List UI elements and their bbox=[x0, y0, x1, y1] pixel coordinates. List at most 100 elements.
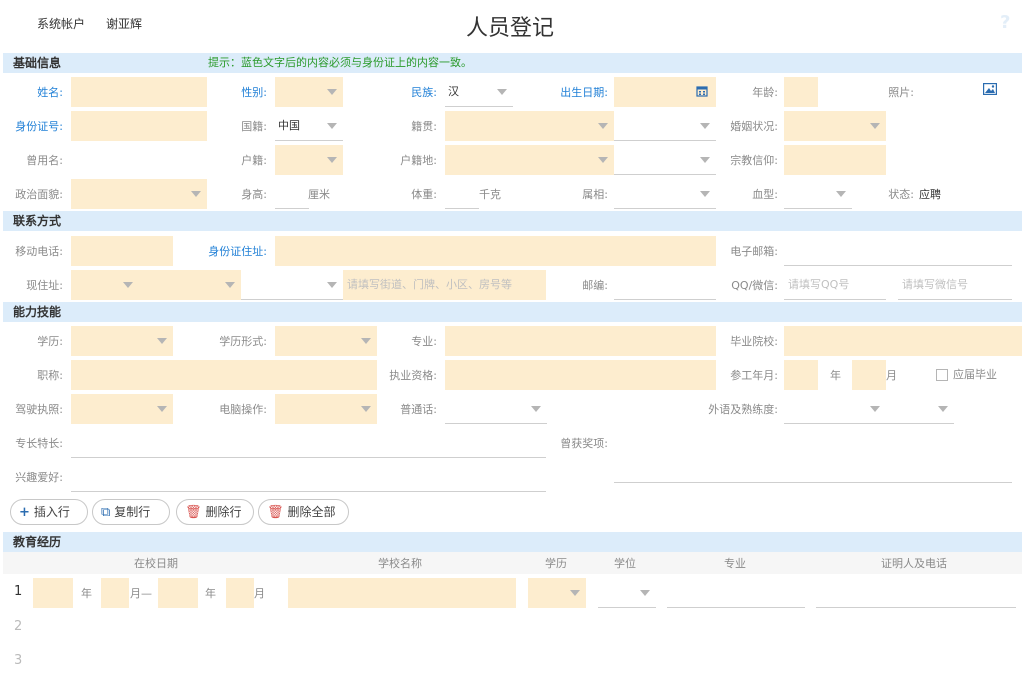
former-name-label: 曾用名: bbox=[26, 154, 63, 167]
help-icon[interactable]: ? bbox=[1000, 12, 1010, 33]
gender-select[interactable] bbox=[275, 77, 343, 107]
blood-label: 血型: bbox=[752, 188, 778, 201]
specialty-input[interactable] bbox=[71, 428, 546, 458]
specialty-label: 专长特长: bbox=[15, 437, 63, 450]
col-header-referee: 证明人及电话 bbox=[881, 557, 947, 570]
plus-icon: + bbox=[19, 505, 30, 520]
current-city-select[interactable] bbox=[139, 270, 241, 300]
birth-date-label: 出生日期: bbox=[560, 86, 608, 99]
politics-select[interactable] bbox=[71, 179, 207, 209]
origin-province-select[interactable] bbox=[445, 111, 614, 141]
id-address-input[interactable] bbox=[275, 236, 716, 266]
current-district-select[interactable] bbox=[241, 270, 343, 300]
insert-row-button[interactable]: + 插入行 bbox=[10, 499, 88, 525]
section-contact: 联系方式 bbox=[3, 211, 1022, 231]
school-name-input[interactable] bbox=[288, 578, 516, 608]
height-input[interactable] bbox=[275, 179, 309, 209]
delete-all-button[interactable]: 🗑 删除全部 bbox=[258, 499, 349, 525]
foreign-level-select[interactable] bbox=[886, 394, 954, 424]
qualification-input[interactable] bbox=[445, 360, 716, 390]
email-input[interactable] bbox=[784, 236, 1012, 266]
education-select[interactable] bbox=[71, 326, 173, 356]
origin-city-select[interactable] bbox=[614, 111, 716, 141]
end-month-input[interactable] bbox=[226, 578, 254, 608]
ethnic-label: 民族: bbox=[411, 86, 437, 99]
month-unit: 月 bbox=[254, 587, 265, 600]
qq-input[interactable]: 请填写QQ号 bbox=[784, 270, 886, 300]
delete-row-button[interactable]: 🗑 删除行 bbox=[176, 499, 254, 525]
qualification-label: 执业资格: bbox=[389, 369, 437, 382]
fresh-grad-checkbox[interactable] bbox=[936, 369, 948, 381]
chevron-down-icon bbox=[700, 191, 710, 197]
major-input[interactable] bbox=[667, 578, 805, 608]
month-unit: 月 bbox=[886, 369, 897, 382]
edu-level-select[interactable] bbox=[528, 578, 586, 608]
major-input[interactable] bbox=[445, 326, 716, 356]
edu-form-label: 学历形式: bbox=[219, 335, 267, 348]
user-name[interactable]: 谢亚辉 bbox=[106, 15, 142, 32]
chevron-down-icon bbox=[225, 282, 235, 288]
nationality-select[interactable]: 中国 bbox=[275, 111, 343, 141]
computer-label: 电脑操作: bbox=[219, 403, 267, 416]
month-dash: 月— bbox=[130, 587, 152, 600]
copy-row-button[interactable]: ⧉ 复制行 bbox=[92, 499, 170, 525]
start-year-input[interactable] bbox=[33, 578, 73, 608]
marital-select[interactable] bbox=[784, 111, 886, 141]
license-label: 驾驶执照: bbox=[15, 403, 63, 416]
household-select[interactable] bbox=[275, 145, 343, 175]
zodiac-select[interactable] bbox=[614, 179, 716, 209]
referee-input[interactable] bbox=[816, 578, 1016, 608]
mobile-input[interactable] bbox=[71, 236, 173, 266]
chevron-down-icon bbox=[570, 590, 580, 596]
trash-all-icon: 🗑 bbox=[267, 505, 284, 520]
religion-select[interactable] bbox=[784, 145, 886, 175]
household-city-select[interactable] bbox=[614, 145, 716, 175]
work-start-year-input[interactable] bbox=[784, 360, 818, 390]
copy-icon: ⧉ bbox=[101, 505, 111, 520]
mandarin-label: 普通话: bbox=[400, 403, 437, 416]
chevron-down-icon bbox=[700, 157, 710, 163]
foreign-lang-select[interactable] bbox=[784, 394, 886, 424]
chevron-down-icon bbox=[191, 191, 201, 197]
image-icon[interactable] bbox=[983, 83, 997, 95]
end-year-input[interactable] bbox=[158, 578, 198, 608]
zodiac-label: 属相: bbox=[582, 188, 608, 201]
blood-select[interactable] bbox=[784, 179, 852, 209]
school-label: 毕业院校: bbox=[730, 335, 778, 348]
section-title: 能力技能 bbox=[13, 305, 62, 319]
title-input[interactable] bbox=[71, 360, 377, 390]
age-input[interactable] bbox=[784, 77, 818, 107]
awards-input[interactable] bbox=[614, 428, 1012, 483]
fresh-grad-label: 应届毕业 bbox=[953, 368, 997, 381]
degree-select[interactable] bbox=[598, 578, 656, 608]
birth-date-input[interactable] bbox=[614, 77, 716, 107]
work-start-month-input[interactable] bbox=[852, 360, 886, 390]
ethnic-select[interactable]: 汉 bbox=[445, 77, 513, 107]
nationality-label: 国籍: bbox=[241, 120, 267, 133]
household-province-select[interactable] bbox=[445, 145, 614, 175]
hobby-label: 兴趣爱好: bbox=[15, 471, 63, 484]
work-start-label: 参工年月: bbox=[730, 369, 778, 382]
edu-form-select[interactable] bbox=[275, 326, 377, 356]
postcode-input[interactable] bbox=[614, 270, 716, 300]
account-label: 系统帐户 bbox=[37, 17, 86, 31]
weight-input[interactable] bbox=[445, 179, 479, 209]
wechat-input[interactable]: 请填写微信号 bbox=[898, 270, 1012, 300]
computer-select[interactable] bbox=[275, 394, 377, 424]
current-province-select[interactable] bbox=[71, 270, 139, 300]
school-input[interactable] bbox=[784, 326, 1022, 356]
idcard-input[interactable] bbox=[71, 111, 207, 141]
calendar-icon[interactable] bbox=[696, 85, 708, 97]
mandarin-select[interactable] bbox=[445, 394, 547, 424]
chevron-down-icon bbox=[640, 590, 650, 596]
title-label: 职称: bbox=[37, 369, 63, 382]
age-label: 年龄: bbox=[752, 86, 778, 99]
household-label: 户籍: bbox=[241, 154, 267, 167]
hobby-input[interactable] bbox=[71, 462, 546, 492]
street-input[interactable]: 请填写街道、门牌、小区、房号等 bbox=[343, 270, 546, 300]
license-select[interactable] bbox=[71, 394, 173, 424]
name-input[interactable] bbox=[71, 77, 207, 107]
start-month-input[interactable] bbox=[101, 578, 129, 608]
section-ability: 能力技能 bbox=[3, 302, 1022, 322]
household-place-label: 户籍地: bbox=[400, 154, 437, 167]
